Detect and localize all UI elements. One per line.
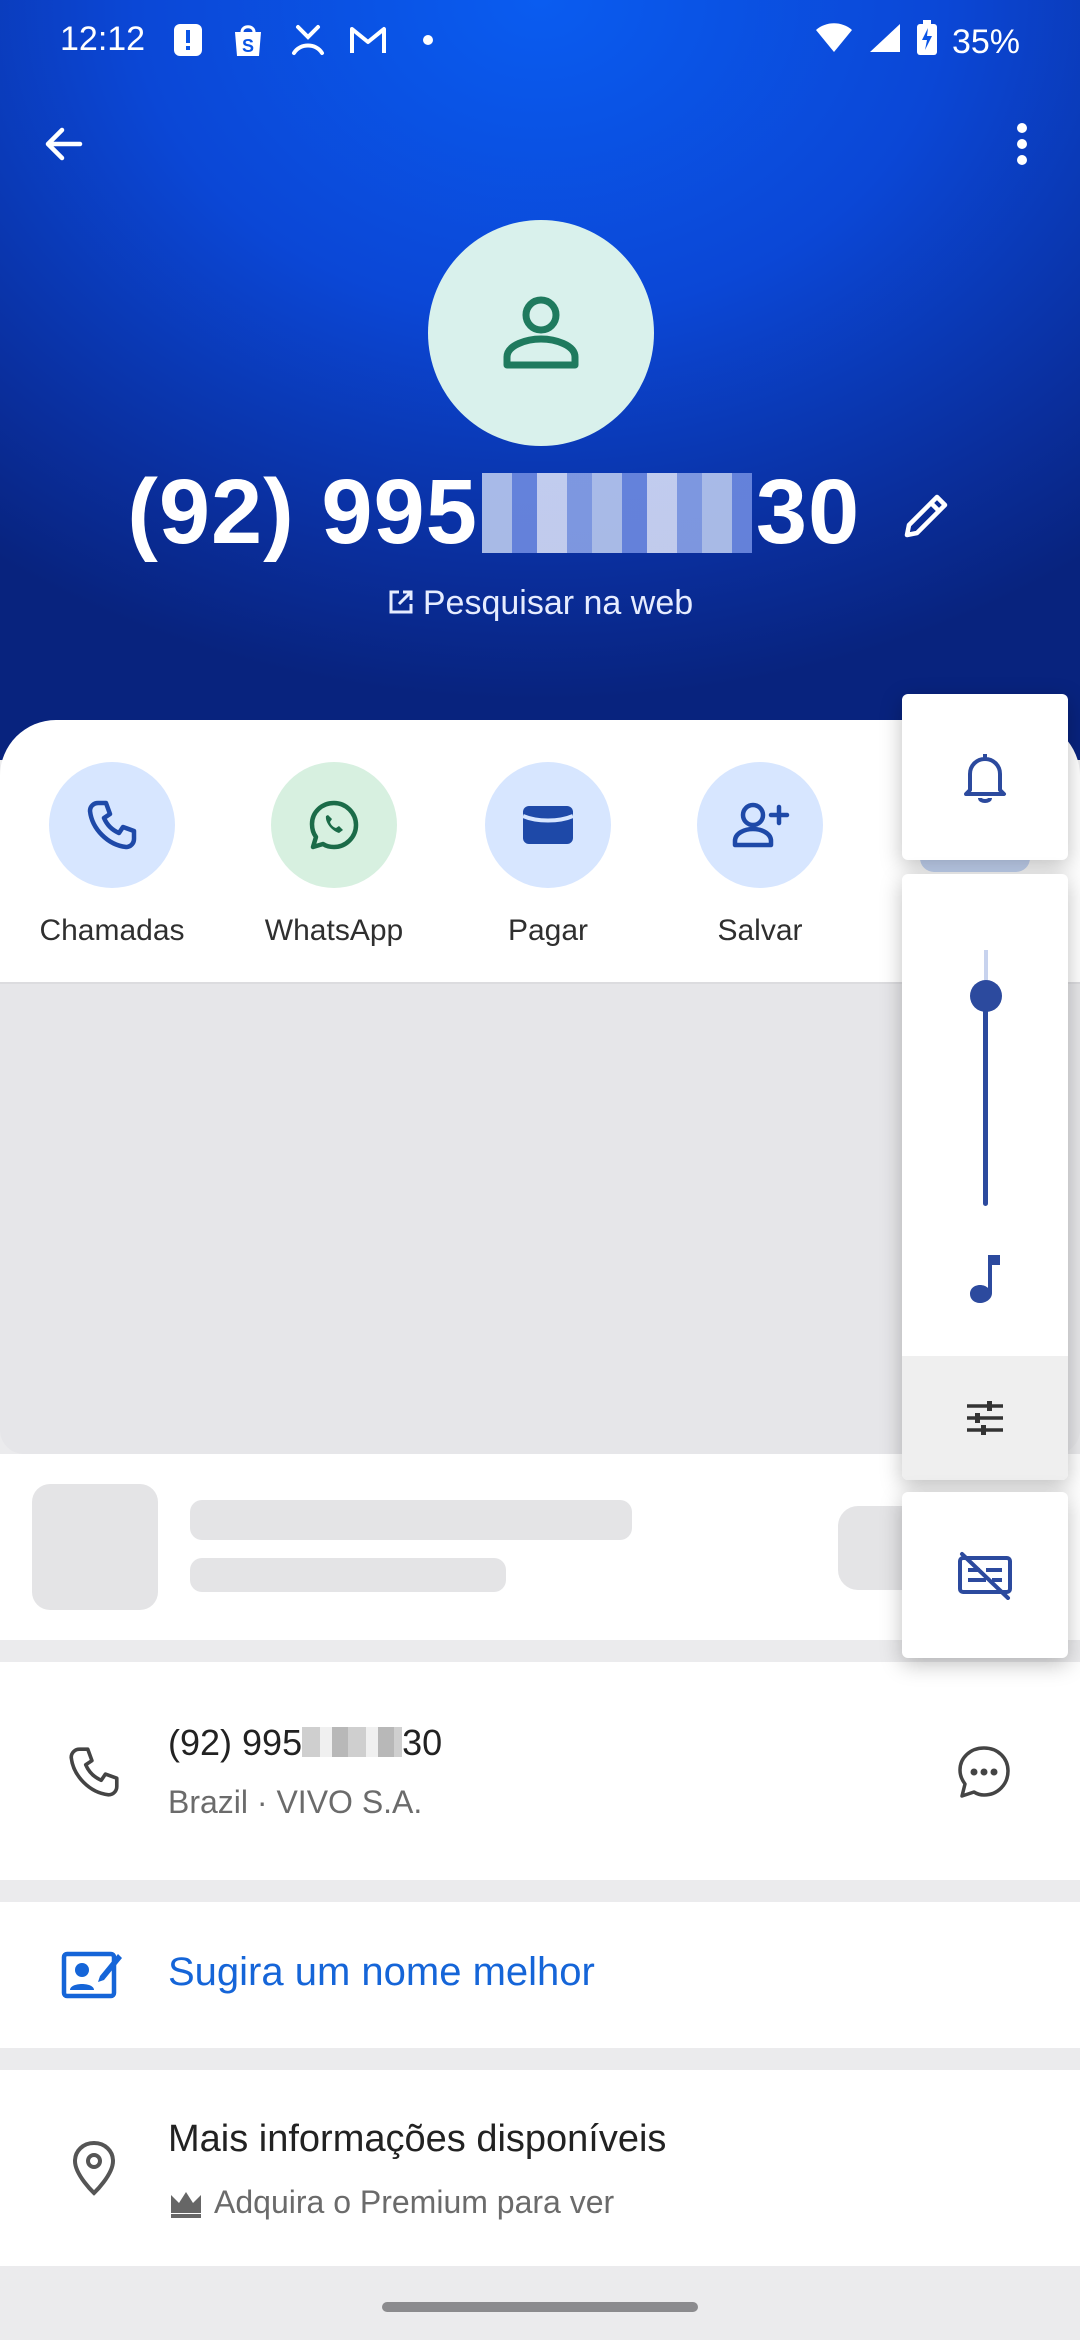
sound-settings-button[interactable] xyxy=(902,1356,1068,1480)
battery-level: 35% xyxy=(951,23,1020,61)
add-person-icon xyxy=(732,802,790,848)
status-bar: 12:12 S 35% xyxy=(0,0,1080,80)
tune-icon xyxy=(967,1401,1003,1435)
pencil-icon xyxy=(904,494,948,538)
number-text: (92) 995 30 xyxy=(168,1722,442,1764)
edit-contact-icon xyxy=(60,1942,124,2006)
message-button[interactable] xyxy=(952,1740,1016,1804)
number-info-row[interactable]: (92) 995 30 Brazil · VIVO S.A. xyxy=(0,1662,1080,1880)
save-action[interactable]: Salvar xyxy=(670,762,850,948)
number-prefix: (92) 995 xyxy=(168,1722,303,1763)
web-search-label: Pesquisar na web xyxy=(422,584,694,622)
dot-icon xyxy=(408,20,448,60)
volume-slider-thumb[interactable] xyxy=(970,980,1002,1012)
missed-call-icon xyxy=(288,20,328,60)
signal-icon xyxy=(868,22,902,63)
avatar xyxy=(428,220,654,446)
crown-icon xyxy=(171,2191,201,2218)
location-pin-icon xyxy=(62,2136,126,2200)
back-button[interactable] xyxy=(24,104,104,184)
whatsapp-icon xyxy=(309,800,359,850)
svg-text:S: S xyxy=(242,36,254,56)
more-options-button[interactable] xyxy=(982,104,1062,184)
phone-icon xyxy=(62,1740,126,1804)
live-caption-button[interactable] xyxy=(902,1492,1068,1658)
gmail-icon xyxy=(348,20,388,60)
phone-number-title: (92) 995 30 xyxy=(0,460,1080,571)
alert-icon xyxy=(168,20,208,60)
whatsapp-action[interactable]: WhatsApp xyxy=(244,762,424,948)
hidden-action-circle xyxy=(920,858,1030,872)
ringer-mode-button[interactable] xyxy=(902,694,1068,860)
edit-button[interactable] xyxy=(901,458,953,563)
whatsapp-action-label: WhatsApp xyxy=(264,914,404,947)
redacted-digits xyxy=(302,1727,403,1758)
call-action[interactable]: Chamadas xyxy=(22,762,202,948)
carrier-text: Brazil · VIVO S.A. xyxy=(168,1784,423,1820)
pay-action-circle xyxy=(485,762,611,888)
suggest-name-row[interactable]: Sugira um nome melhor xyxy=(0,1902,1080,2048)
battery-charging-icon xyxy=(916,20,938,65)
suggest-name-label: Sugira um nome melhor xyxy=(168,1950,595,1994)
phone-icon xyxy=(87,800,137,850)
phone-prefix: (92) 995 xyxy=(127,461,478,563)
more-info-row[interactable]: Mais informações disponíveis Adquira o P… xyxy=(0,2070,1080,2266)
wifi-icon xyxy=(814,22,854,63)
premium-hint-text: Adquira o Premium para ver xyxy=(214,2184,615,2220)
web-search-link[interactable]: Pesquisar na web xyxy=(0,584,1080,623)
bell-icon xyxy=(964,754,1006,803)
notification-icons: S xyxy=(168,20,448,60)
volume-slider-panel xyxy=(902,874,1068,1480)
system-status: 35% xyxy=(814,20,1020,65)
pay-action[interactable]: Pagar xyxy=(458,762,638,948)
arrow-back-icon xyxy=(45,127,83,161)
number-suffix: 30 xyxy=(402,1722,443,1763)
save-action-circle xyxy=(697,762,823,888)
premium-hint: Adquira o Premium para ver xyxy=(168,2184,614,2221)
chat-bubble-icon xyxy=(958,1746,1010,1798)
skeleton-thumbnail xyxy=(32,1484,158,1610)
slider-track-filled[interactable] xyxy=(983,982,988,1206)
home-indicator[interactable] xyxy=(382,2302,698,2312)
status-time: 12:12 xyxy=(60,20,146,58)
skeleton-line xyxy=(190,1558,506,1592)
open-external-icon xyxy=(389,590,413,614)
phone-suffix: 30 xyxy=(755,461,861,563)
wallet-icon xyxy=(522,806,574,844)
call-action-circle xyxy=(49,762,175,888)
shopee-icon: S xyxy=(228,20,268,60)
skeleton-line xyxy=(190,1500,632,1540)
more-vert-icon xyxy=(1017,123,1027,165)
contact-header: 12:12 S 35% (92) 995 30 Pesquisar na web xyxy=(0,0,1080,760)
call-action-label: Chamadas xyxy=(39,914,185,947)
more-info-title: Mais informações disponíveis xyxy=(168,2118,667,2160)
captions-off-icon xyxy=(958,1552,1012,1600)
save-action-label: Salvar xyxy=(717,914,803,947)
whatsapp-action-circle xyxy=(271,762,397,888)
redacted-digits xyxy=(481,472,752,553)
pay-action-label: Pagar xyxy=(507,914,589,947)
person-icon xyxy=(503,296,579,369)
slider-track-remaining xyxy=(984,950,988,982)
music-note-icon xyxy=(956,1244,1016,1314)
